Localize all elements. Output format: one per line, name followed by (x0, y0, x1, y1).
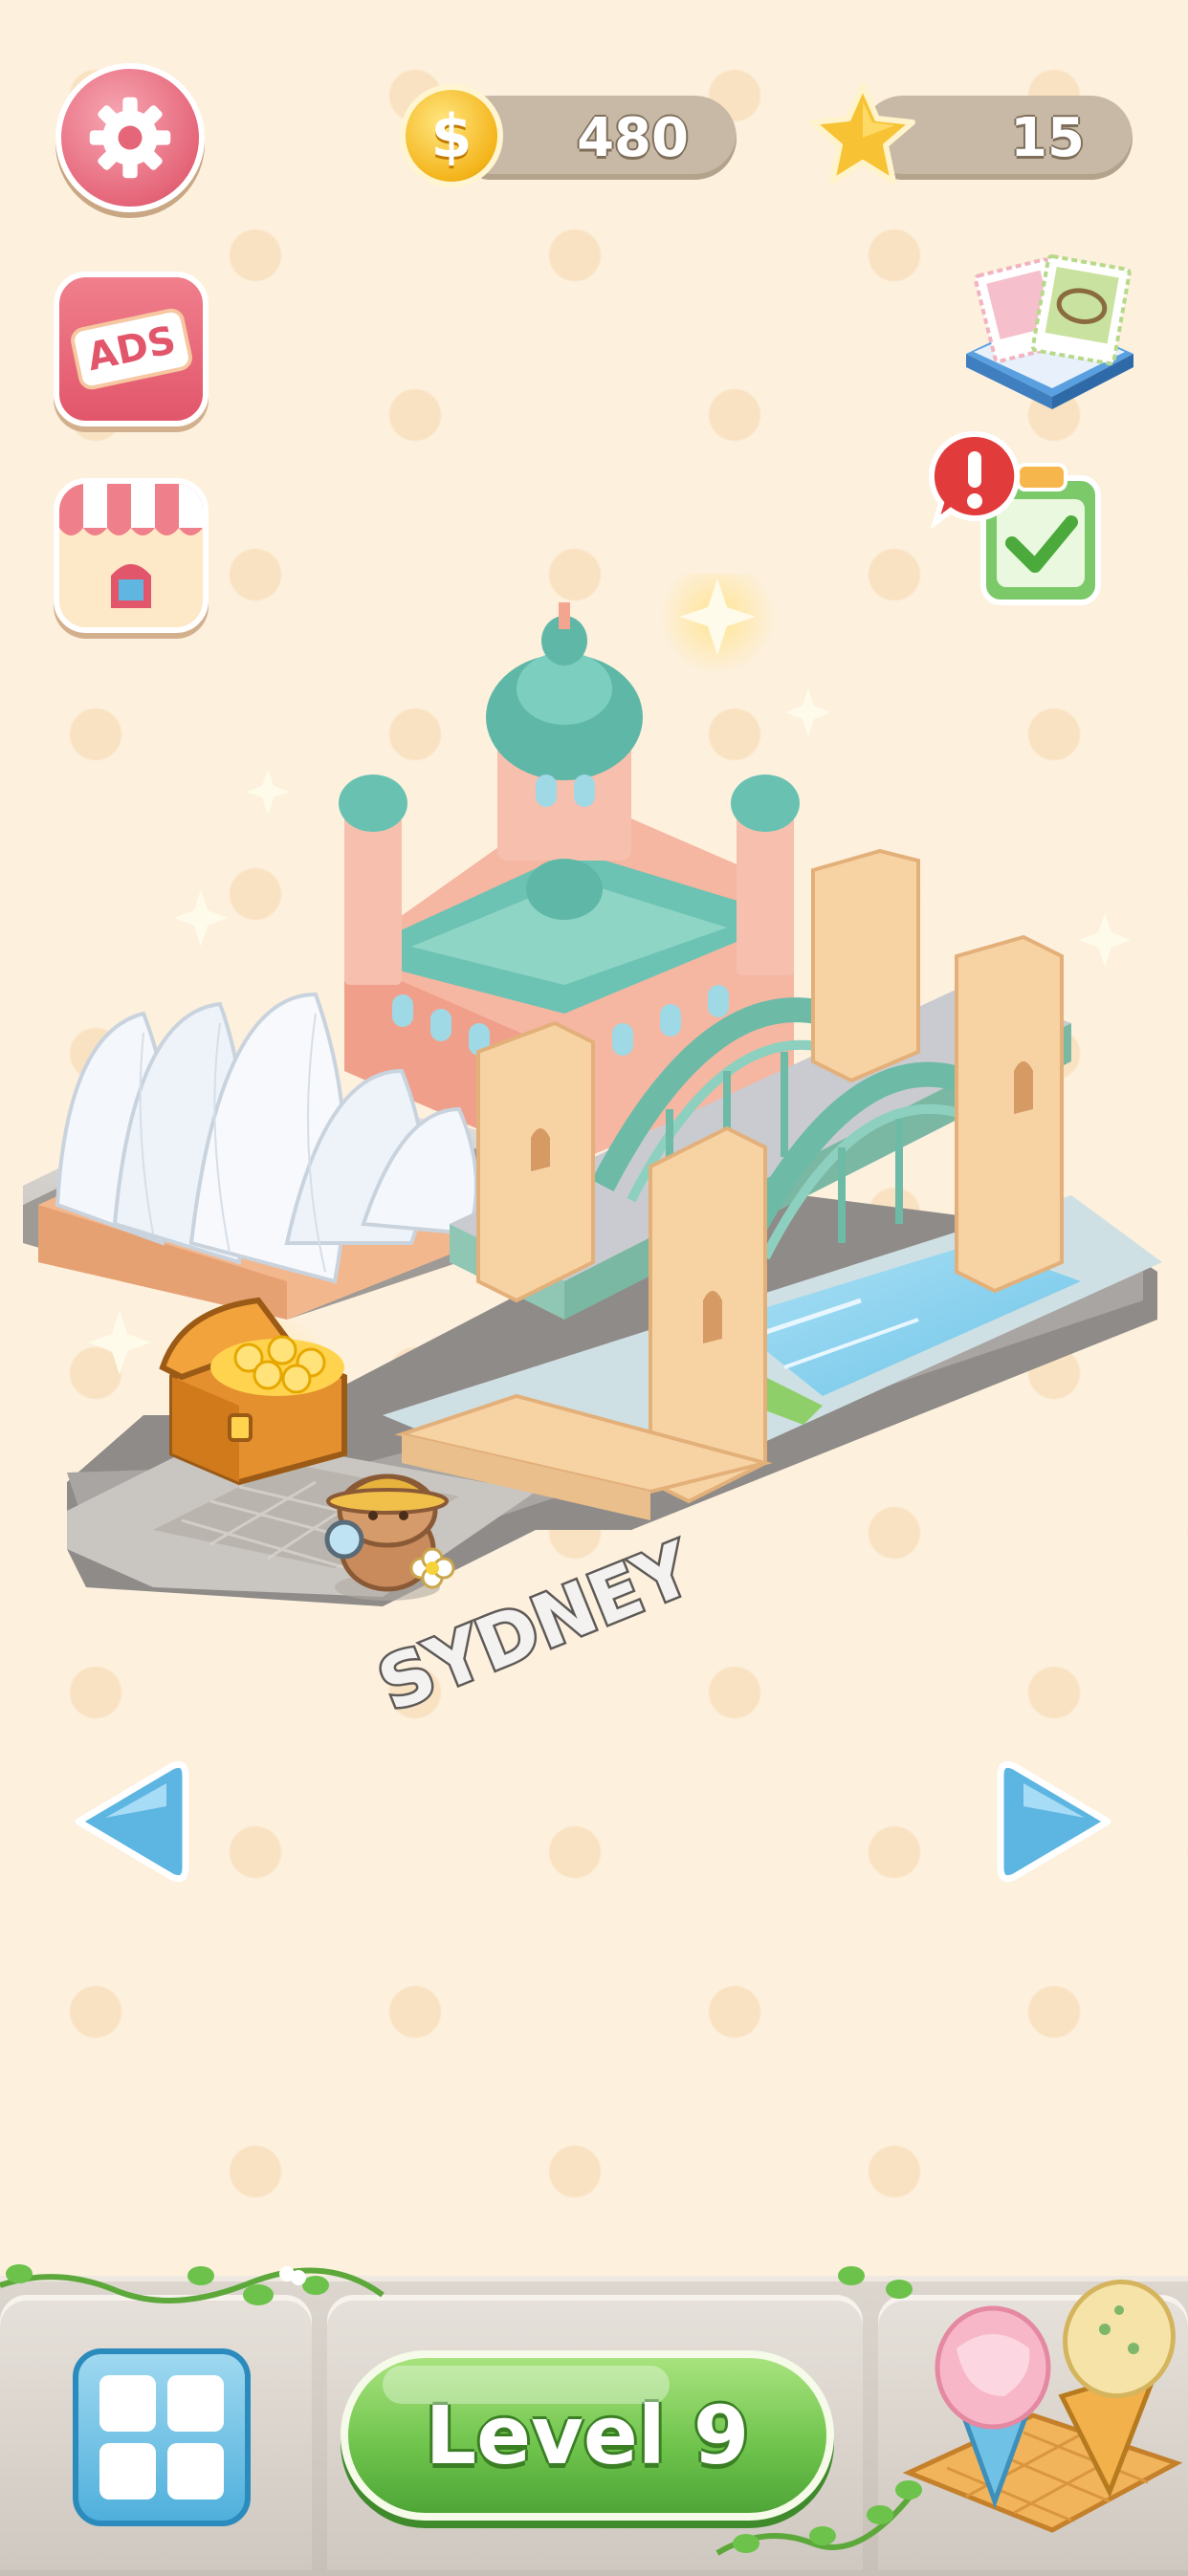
ice-cream-button[interactable] (890, 2253, 1188, 2540)
alert-badge-icon (928, 430, 1021, 530)
arrow-right-icon[interactable] (995, 1755, 1119, 1888)
stamp-album-icon (966, 254, 1133, 409)
sydney-city-scene: SYDNEY (23, 574, 1162, 1730)
settings-button[interactable] (55, 63, 205, 212)
treasure-chest-icon (159, 1297, 347, 1486)
star-count: 15 (1010, 106, 1085, 169)
ice-cream-icon (902, 2279, 1183, 2533)
grid-menu-button[interactable] (73, 2348, 251, 2526)
star-icon (810, 83, 915, 185)
coin-count: 480 (577, 106, 689, 169)
level-button-shine (383, 2366, 670, 2404)
coin-icon: $ (400, 84, 503, 187)
ads-button[interactable]: ADS (54, 272, 209, 426)
stamp-album-button[interactable] (957, 249, 1138, 411)
arrow-left-icon[interactable] (67, 1755, 191, 1888)
grid-menu-icon (99, 2375, 156, 2432)
gear-icon (89, 97, 171, 179)
ads-icon: ADS (67, 306, 195, 392)
